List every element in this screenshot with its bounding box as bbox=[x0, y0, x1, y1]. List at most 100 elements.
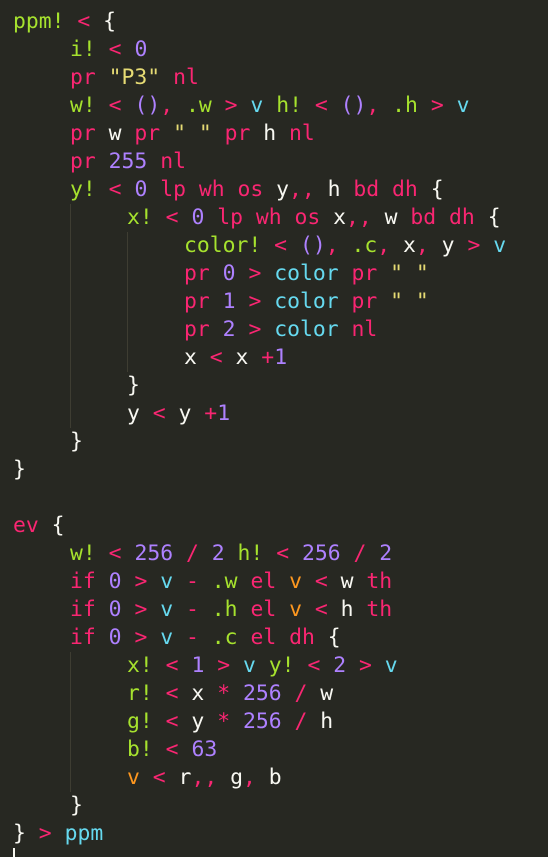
code-token: color bbox=[274, 289, 339, 314]
code-token: .h bbox=[392, 93, 418, 118]
code-line[interactable]: w! < (), .w > v h! < (), .h > v bbox=[13, 92, 548, 120]
code-token: 1 bbox=[217, 401, 231, 426]
code-token: { bbox=[314, 625, 341, 650]
code-line[interactable]: r! < x * 256 / w bbox=[13, 680, 548, 708]
code-token: w bbox=[95, 121, 135, 146]
code-line[interactable]: } bbox=[13, 792, 548, 820]
code-token: h bbox=[307, 709, 334, 734]
code-line[interactable]: y! < 0 lp wh os y,, h bd dh { bbox=[13, 176, 548, 204]
code-token: > bbox=[134, 625, 148, 650]
code-token: if bbox=[70, 597, 96, 622]
code-token: v bbox=[127, 765, 140, 790]
code-token: ,, bbox=[346, 205, 372, 230]
code-token: bd dh bbox=[353, 177, 418, 202]
code-token: w! bbox=[70, 541, 96, 566]
code-line[interactable]: x < x +1 bbox=[13, 344, 548, 372]
code-token: pr bbox=[184, 289, 210, 314]
code-token: h bbox=[327, 597, 367, 622]
code-line[interactable]: } bbox=[13, 372, 548, 400]
code-line[interactable]: ppm! < { bbox=[13, 8, 548, 36]
code-line[interactable]: v < r,, g, b bbox=[13, 764, 548, 792]
code-token: 256 bbox=[242, 681, 282, 706]
code-line[interactable]: x! < 1 > v y! < 2 > v bbox=[13, 652, 548, 680]
indent-guide bbox=[70, 204, 71, 232]
code-line[interactable]: pr w pr " " pr h nl bbox=[13, 120, 548, 148]
indent-guide bbox=[70, 680, 71, 708]
code-line[interactable]: x! < 0 lp wh os x,, w bd dh { bbox=[13, 204, 548, 232]
code-token: w bbox=[327, 569, 367, 594]
code-token: < bbox=[165, 653, 179, 678]
code-token: y bbox=[127, 401, 153, 426]
code-line[interactable]: if 0 > v - .h el v < h th bbox=[13, 596, 548, 624]
code-token: ppm bbox=[64, 821, 104, 846]
code-token: / bbox=[185, 541, 199, 566]
code-token: el dh bbox=[250, 625, 315, 650]
code-line[interactable]: } > ppm bbox=[13, 820, 548, 848]
code-token: < bbox=[108, 93, 122, 118]
code-line[interactable]: ev { bbox=[13, 512, 548, 540]
code-token: + bbox=[261, 345, 275, 370]
code-line[interactable]: i! < 0 bbox=[13, 36, 548, 64]
code-token: pr bbox=[184, 317, 210, 342]
code-line[interactable]: color! < (), .c, x, y > v bbox=[13, 232, 548, 260]
code-line[interactable]: } bbox=[13, 456, 548, 484]
code-area[interactable]: ppm! < {i! < 0 pr "P3" nl w! < (), .w > v … bbox=[13, 8, 548, 848]
code-token: nl bbox=[160, 149, 186, 174]
code-line[interactable] bbox=[13, 484, 548, 512]
code-token: , bbox=[415, 233, 442, 258]
code-token: > bbox=[359, 653, 372, 678]
code-token: } bbox=[13, 457, 26, 482]
code-line[interactable]: pr 0 > color pr " " bbox=[13, 260, 548, 288]
code-token: " " bbox=[390, 261, 429, 286]
code-token: { bbox=[38, 513, 65, 538]
code-token: } bbox=[70, 429, 83, 454]
code-token: 0 bbox=[134, 177, 148, 202]
code-token: 256 bbox=[242, 709, 282, 734]
code-line[interactable]: b! < 63 bbox=[13, 736, 548, 764]
code-token: y bbox=[178, 709, 218, 734]
code-line[interactable]: } bbox=[13, 428, 548, 456]
indent-guide bbox=[127, 260, 128, 288]
code-token: x! bbox=[127, 205, 153, 230]
code-token: v bbox=[289, 569, 302, 594]
indent-guide bbox=[127, 232, 128, 260]
code-line[interactable]: pr 1 > color pr " " bbox=[13, 288, 548, 316]
code-line[interactable]: if 0 > v - .w el v < w th bbox=[13, 568, 548, 596]
code-line[interactable]: g! < y * 256 / h bbox=[13, 708, 548, 736]
code-token: < bbox=[165, 205, 179, 230]
code-line[interactable]: pr 255 nl bbox=[13, 148, 548, 176]
code-line[interactable]: y < y +1 bbox=[13, 400, 548, 428]
code-token: 0 bbox=[108, 597, 122, 622]
code-line[interactable]: pr 2 > color nl bbox=[13, 316, 548, 344]
code-token: , bbox=[366, 93, 393, 118]
code-line[interactable]: w! < 256 / 2 h! < 256 / 2 bbox=[13, 540, 548, 568]
code-line[interactable]: if 0 > v - .c el dh { bbox=[13, 624, 548, 652]
code-line[interactable]: pr "P3" nl bbox=[13, 64, 548, 92]
code-editor[interactable]: ppm! < {i! < 0 pr "P3" nl w! < (), .w > v … bbox=[0, 0, 548, 857]
